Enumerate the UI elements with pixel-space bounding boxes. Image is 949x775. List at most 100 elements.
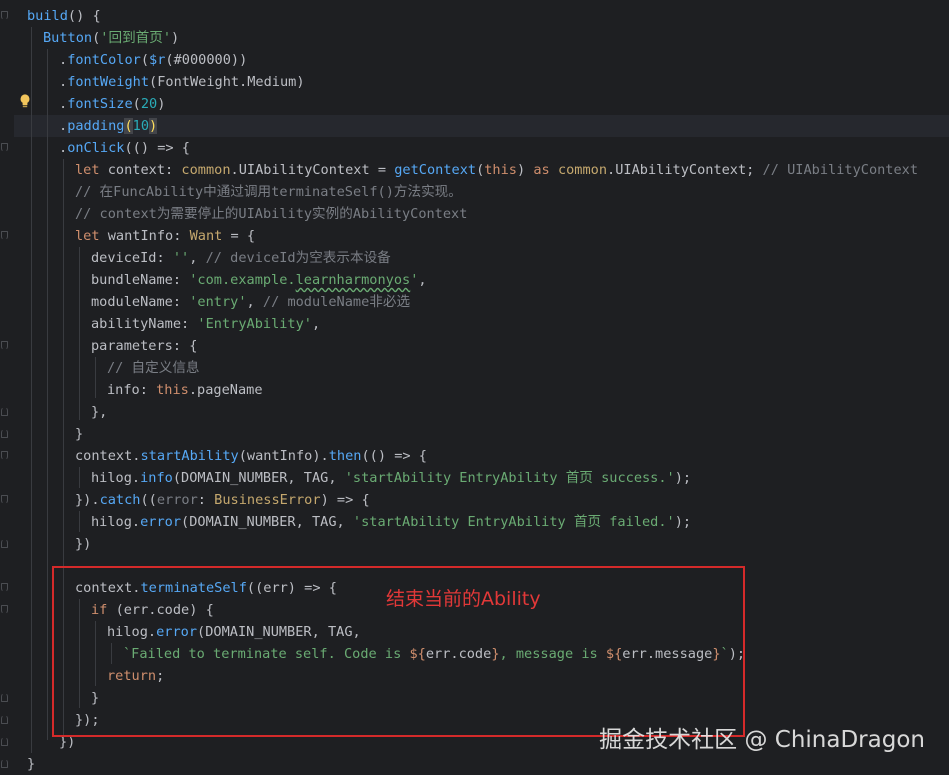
code-token: // context为需要停止的UIAbility实例的AbilityConte…: [75, 206, 468, 222]
code-line[interactable]: let wantInfo: Want = {: [75, 225, 255, 247]
code-token: fontColor: [67, 52, 141, 68]
fold-marker-icon[interactable]: [1, 715, 8, 724]
code-line[interactable]: }: [27, 753, 35, 775]
code-line[interactable]: Button('回到首页'): [43, 27, 179, 49]
code-line[interactable]: .fontColor($r(#000000)): [59, 49, 247, 71]
fold-marker-icon[interactable]: [1, 737, 8, 746]
fold-marker-icon[interactable]: [1, 539, 8, 548]
code-line[interactable]: deviceId: '', // deviceId为空表示本设备: [91, 247, 391, 269]
code-token: context.: [75, 448, 141, 464]
code-token: (: [124, 118, 133, 134]
code-line[interactable]: // 自定义信息: [107, 357, 200, 379]
code-token: let: [75, 162, 108, 178]
code-line[interactable]: context.startAbility(wantInfo).then(() =…: [75, 445, 427, 467]
code-token: (: [132, 96, 141, 112]
code-token: hilog.: [91, 514, 141, 530]
code-line[interactable]: hilog.info(DOMAIN_NUMBER, TAG, 'startAbi…: [91, 467, 691, 489]
code-token: 20: [140, 96, 158, 112]
code-line[interactable]: let context: common.UIAbilityContext = g…: [75, 159, 918, 181]
code-token: learnharmonyos: [295, 272, 411, 288]
code-token: }): [75, 536, 92, 552]
code-token: fontWeight: [67, 74, 150, 90]
lightbulb-icon[interactable]: [19, 94, 31, 108]
code-token: ((: [140, 492, 157, 508]
fold-marker-icon[interactable]: [1, 495, 8, 504]
code-token: $r: [149, 52, 166, 68]
code-token: () {: [67, 8, 101, 24]
code-token: bundleName:: [91, 272, 190, 288]
code-token: );: [674, 514, 692, 530]
code-token: // 在FuncAbility中通过调用terminateSelf()方法实现。: [75, 184, 462, 200]
code-line[interactable]: parameters: {: [91, 335, 197, 357]
fold-marker-icon[interactable]: [1, 11, 8, 20]
fold-marker-icon[interactable]: [1, 583, 8, 592]
code-line[interactable]: bundleName: 'com.example.learnharmonyos'…: [91, 269, 427, 291]
code-line[interactable]: },: [91, 401, 107, 423]
code-token: Button: [43, 30, 93, 46]
code-line[interactable]: .padding(10): [59, 115, 158, 137]
code-token: }: [27, 756, 36, 772]
fold-marker-icon[interactable]: [1, 143, 8, 152]
code-token: common: [557, 162, 608, 178]
code-token: ,: [246, 294, 263, 310]
code-token: 'EntryAbility': [197, 316, 312, 332]
code-token: .: [59, 118, 68, 134]
code-line[interactable]: abilityName: 'EntryAbility',: [91, 313, 320, 335]
code-token: fontSize: [67, 96, 133, 112]
code-line[interactable]: info: this.pageName: [107, 379, 263, 401]
fold-marker-icon[interactable]: [1, 231, 8, 240]
code-line[interactable]: }).catch((error: BusinessError) => {: [75, 489, 370, 511]
code-line[interactable]: .fontSize(20): [59, 93, 165, 115]
fold-marker-icon[interactable]: [1, 429, 8, 438]
code-line[interactable]: .fontWeight(FontWeight.Medium): [59, 71, 305, 93]
code-token: 'com.example.: [189, 272, 296, 288]
code-token: startAbility: [140, 448, 239, 464]
code-token: ): [171, 30, 180, 46]
code-token: }).: [75, 492, 100, 508]
code-line[interactable]: moduleName: 'entry', // moduleName非必选: [91, 291, 410, 313]
code-token: build: [27, 8, 68, 24]
code-token: common: [181, 162, 231, 178]
code-token: context:: [107, 162, 182, 178]
code-token: ,: [311, 316, 321, 332]
code-token: '': [172, 250, 190, 266]
code-token: (wantInfo).: [238, 448, 329, 464]
fold-marker-icon[interactable]: [1, 605, 8, 614]
fold-marker-icon[interactable]: [1, 759, 8, 768]
annotation-label: 结束当前的Ability: [386, 588, 541, 610]
code-token: .: [59, 96, 68, 112]
code-token: // moduleName非必选: [262, 294, 411, 310]
code-token: (FontWeight.Medium): [149, 74, 305, 90]
fold-marker-icon[interactable]: [1, 407, 8, 416]
code-line[interactable]: }: [75, 423, 83, 445]
code-line[interactable]: }): [75, 533, 91, 555]
code-token: BusinessError: [214, 492, 321, 508]
code-token: '回到首页': [100, 30, 172, 46]
fold-marker-icon[interactable]: [1, 451, 8, 460]
watermark: 掘金技术社区 @ ChinaDragon: [599, 727, 925, 753]
code-token: ,: [189, 250, 206, 266]
code-token: (DOMAIN_NUMBER, TAG,: [181, 514, 353, 530]
code-token: ,: [418, 272, 427, 288]
code-line[interactable]: // 在FuncAbility中通过调用terminateSelf()方法实现。: [75, 181, 462, 203]
code-token: }: [75, 426, 84, 442]
code-token: (() => {: [361, 448, 427, 464]
fold-marker-icon[interactable]: [1, 341, 8, 350]
code-token: .: [59, 74, 68, 90]
code-token: (DOMAIN_NUMBER, TAG,: [172, 470, 345, 486]
code-token: 'startAbility EntryAbility 首页 failed.': [352, 514, 675, 530]
code-line[interactable]: build() {: [27, 5, 101, 27]
code-line[interactable]: hilog.error(DOMAIN_NUMBER, TAG, 'startAb…: [91, 511, 691, 533]
code-token: );: [674, 470, 692, 486]
code-token: .UIAbilityContext;: [607, 162, 763, 178]
code-token: // UIAbilityContext: [762, 162, 919, 178]
code-line[interactable]: .onClick(() => {: [59, 137, 190, 159]
code-token: parameters: {: [91, 338, 198, 354]
code-token: 'startAbility EntryAbility 首页 success.': [344, 470, 675, 486]
code-token: padding: [67, 118, 125, 134]
fold-marker-icon[interactable]: [1, 693, 8, 702]
code-token: hilog.: [91, 470, 141, 486]
code-token: ) => {: [320, 492, 370, 508]
code-token: onClick: [67, 140, 125, 156]
code-line[interactable]: // context为需要停止的UIAbility实例的AbilityConte…: [75, 203, 467, 225]
